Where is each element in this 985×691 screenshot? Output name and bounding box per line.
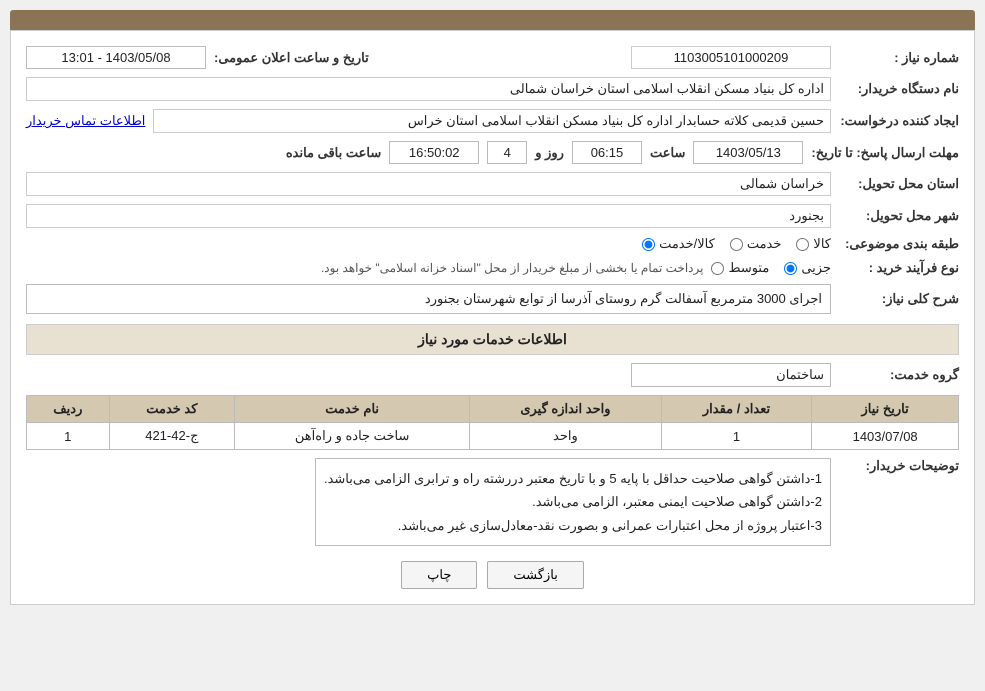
tawzih-box: 1-داشتن گواهی صلاحیت حداقل با پایه 5 و ب…	[315, 458, 831, 546]
grohe-value: ساختمان	[631, 363, 831, 387]
tabaqa-kala-label: کالا	[813, 236, 831, 252]
ijad-row: ایجاد کننده درخواست: حسین قدیمی کلاته حس…	[26, 109, 959, 133]
grohe-row: گروه خدمت: ساختمان	[26, 363, 959, 387]
nooe-jazzi-item[interactable]: جزیی	[784, 260, 831, 276]
nooe-jazzi-radio[interactable]	[784, 262, 797, 275]
tabaqa-kala-khedmat-item[interactable]: کالا/خدمت	[642, 236, 715, 252]
content-box: شماره نیاز : 1103005101000209 تاریخ و سا…	[10, 30, 975, 605]
tabaqa-kala-radio[interactable]	[796, 238, 809, 251]
ostan-label: استان محل تحویل:	[839, 176, 959, 192]
tabaqa-khedmat-label: خدمت	[747, 236, 782, 252]
col-tedad: تعداد / مقدار	[661, 396, 812, 423]
nooe-jazzi-label: جزیی	[801, 260, 831, 276]
nooe-label: نوع فرآیند خرید :	[839, 260, 959, 276]
tarikhe-label: تاریخ و ساعت اعلان عمومی:	[214, 50, 369, 66]
ijad-link[interactable]: اطلاعات تماس خریدار	[26, 113, 145, 129]
saat-label: ساعت	[650, 145, 685, 161]
page-title	[10, 10, 975, 30]
nooe-radio-group: متوسط جزیی	[711, 260, 831, 276]
tabaqa-kala-khedmat-radio[interactable]	[642, 238, 655, 251]
nooe-note: پرداخت تمام یا بخشی از مبلغ خریدار از مح…	[26, 261, 703, 275]
namdastgah-row: نام دستگاه خریدار: اداره کل بنیاد مسکن ا…	[26, 77, 959, 101]
shomara-label: شماره نیاز :	[839, 50, 959, 66]
tabaqa-kala-khedmat-label: کالا/خدمت	[659, 236, 715, 252]
shomara-row: شماره نیاز : 1103005101000209 تاریخ و سا…	[26, 46, 959, 69]
tabaqa-label: طبقه بندی موضوعی:	[839, 236, 959, 252]
nooe-motoset-item[interactable]: متوسط	[711, 260, 769, 276]
col-vahed: واحد اندازه گیری	[470, 396, 662, 423]
shahr-value: بجنورد	[26, 204, 831, 228]
ijad-value: حسین قدیمی کلاته حسابدار اداره کل بنیاد …	[153, 109, 831, 133]
col-nam: نام خدمت	[235, 396, 470, 423]
shomara-value: 1103005101000209	[631, 46, 831, 69]
col-radif: ردیف	[27, 396, 110, 423]
sharh-row: شرح کلی نیاز: اجرای 3000 مترمربع آسفالت …	[26, 284, 959, 314]
ostan-value: خراسان شمالی	[26, 172, 831, 196]
ostan-row: استان محل تحویل: خراسان شمالی	[26, 172, 959, 196]
mohlat-row: مهلت ارسال پاسخ: تا تاریخ: 1403/05/13 سا…	[26, 141, 959, 164]
services-table: تاریخ نیاز تعداد / مقدار واحد اندازه گیر…	[26, 395, 959, 450]
col-tarikh: تاریخ نیاز	[812, 396, 959, 423]
shahr-label: شهر محل تحویل:	[839, 208, 959, 224]
tabaqa-khedmat-radio[interactable]	[730, 238, 743, 251]
namdastgah-value: اداره کل بنیاد مسکن انقلاب اسلامی استان …	[26, 77, 831, 101]
tabaqa-khedmat-item[interactable]: خدمت	[730, 236, 782, 252]
mohlat-baqi: 16:50:02	[389, 141, 479, 164]
tarikhe-value: 1403/05/08 - 13:01	[26, 46, 206, 69]
sharh-label: شرح کلی نیاز:	[839, 291, 959, 307]
button-row: بازگشت چاپ	[26, 561, 959, 589]
btn-print[interactable]: چاپ	[401, 561, 477, 589]
shahr-row: شهر محل تحویل: بجنورد	[26, 204, 959, 228]
tawzih-row: توضیحات خریدار: 1-داشتن گواهی صلاحیت حدا…	[26, 458, 959, 546]
tabaqa-row: طبقه بندی موضوعی: کالا/خدمت خدمت کالا	[26, 236, 959, 252]
rooz-label: روز و	[535, 145, 564, 161]
ijad-label: ایجاد کننده درخواست:	[839, 113, 959, 129]
col-kod: کد خدمت	[109, 396, 235, 423]
baqi-label: ساعت باقی مانده	[286, 145, 381, 161]
mohlat-rooz: 4	[487, 141, 527, 164]
btn-back[interactable]: بازگشت	[487, 561, 583, 589]
nooe-motoset-label: متوسط	[728, 260, 769, 276]
namdastgah-label: نام دستگاه خریدار:	[839, 81, 959, 97]
nooe-row: نوع فرآیند خرید : متوسط جزیی پرداخت تمام…	[26, 260, 959, 276]
table-row: 1403/07/081واحدساخت جاده و راه‌آهنج-42-4…	[27, 423, 959, 450]
tabaqa-kala-item[interactable]: کالا	[796, 236, 831, 252]
grohe-label: گروه خدمت:	[839, 367, 959, 383]
section2-header: اطلاعات خدمات مورد نیاز	[26, 324, 959, 355]
mohlat-saat: 06:15	[572, 141, 642, 164]
tawzih-label: توضیحات خریدار:	[839, 458, 959, 474]
sharh-value: اجرای 3000 مترمربع آسفالت گرم روستای آذر…	[26, 284, 831, 314]
mohlat-date: 1403/05/13	[693, 141, 803, 164]
tabaqa-radio-group: کالا/خدمت خدمت کالا	[642, 236, 831, 252]
page-container: شماره نیاز : 1103005101000209 تاریخ و سا…	[0, 0, 985, 615]
nooe-motoset-radio[interactable]	[711, 262, 724, 275]
mohlat-label: مهلت ارسال پاسخ: تا تاریخ:	[811, 145, 959, 161]
